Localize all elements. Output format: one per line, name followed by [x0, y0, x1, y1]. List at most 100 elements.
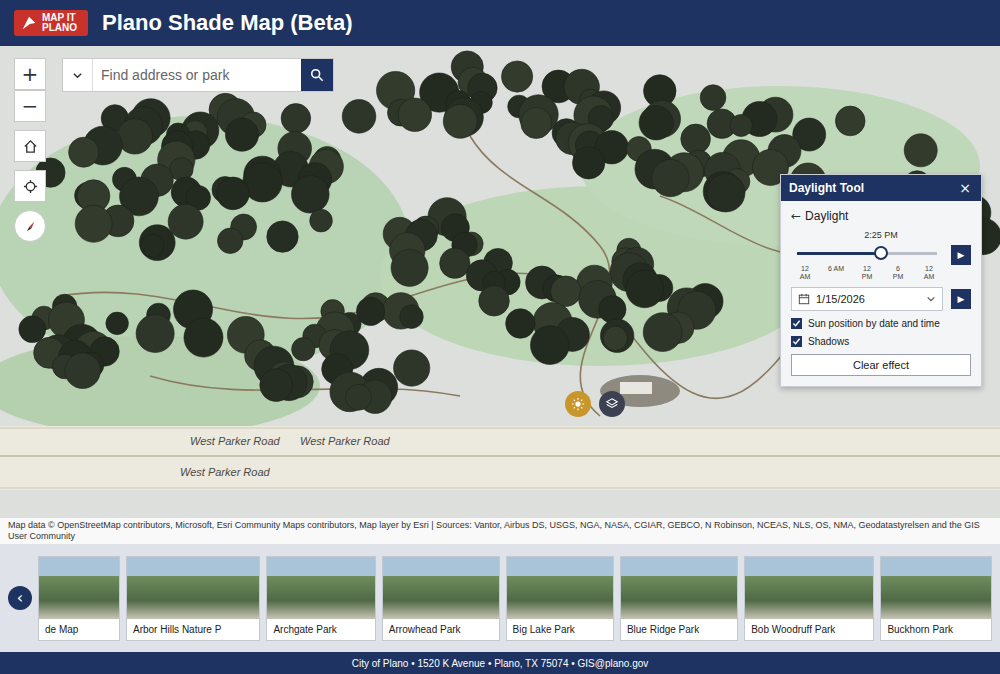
tree: [639, 106, 673, 140]
checkbox[interactable]: [791, 336, 802, 347]
time-slider-fill: [797, 252, 881, 255]
tree: [598, 296, 626, 324]
tree: [603, 326, 627, 350]
tree: [652, 159, 689, 196]
tree: [310, 209, 333, 232]
checkbox[interactable]: [791, 318, 802, 329]
daylight-tool-header: Daylight Tool×: [781, 175, 981, 201]
daylight-widget-button[interactable]: [565, 391, 591, 417]
clear-effect-button[interactable]: Clear effect: [791, 354, 971, 376]
park-thumbnail: [745, 557, 873, 619]
tree: [342, 100, 376, 134]
check-icon: [792, 319, 801, 328]
sun-icon: [571, 397, 585, 411]
time-slider-row: 2:25 PM 12 AM6 AM12 PM6 PM12 AM ▶: [791, 230, 971, 280]
app-header: MAP IT PLANOPlano Shade Map (Beta): [0, 0, 1000, 46]
tree: [217, 228, 243, 254]
park-card[interactable]: Blue Ridge Park: [620, 556, 738, 641]
layers-icon: [605, 397, 619, 411]
park-thumbnail: [383, 557, 499, 619]
map-it-plano-logo[interactable]: MAP IT PLANO: [14, 10, 88, 36]
park-card[interactable]: de Map: [38, 556, 120, 641]
park-card-label: de Map: [39, 619, 119, 640]
compass-icon: [23, 219, 38, 234]
park-card[interactable]: Big Lake Park: [506, 556, 614, 641]
park-card[interactable]: Archgate Park: [266, 556, 375, 641]
map-view[interactable]: +−West Parker RoadWest Parker RoadWest P…: [0, 46, 1000, 544]
time-slider-column: 2:25 PM 12 AM6 AM12 PM6 PM12 AM: [791, 230, 943, 280]
compass-button[interactable]: [14, 210, 46, 242]
time-label: 2:25 PM: [864, 230, 898, 240]
check-icon: [792, 337, 801, 346]
park-card-label: Archgate Park: [267, 619, 374, 640]
tree: [291, 175, 329, 213]
search-button[interactable]: [301, 59, 333, 91]
tree: [292, 338, 315, 361]
locate-button[interactable]: [14, 170, 46, 202]
tree: [835, 106, 865, 136]
tree: [904, 134, 937, 167]
park-card[interactable]: Bob Woodruff Park: [744, 556, 874, 641]
park-card-label: Bob Woodruff Park: [745, 619, 873, 640]
park-card-label: Blue Ridge Park: [621, 619, 737, 640]
close-button[interactable]: ×: [957, 180, 973, 196]
road-label: West Parker Road: [300, 435, 390, 447]
layers-widget-button[interactable]: [599, 391, 625, 417]
back-button[interactable]: ←: [791, 209, 801, 223]
park-thumbnail: [507, 557, 613, 619]
search-source-dropdown[interactable]: [63, 59, 93, 91]
tree: [398, 98, 431, 131]
daylight-tool-body: ← Daylight 2:25 PM 12 AM6 AM12 PM6 PM12 AM ▶…: [781, 201, 981, 386]
tree: [391, 249, 428, 286]
daylight-back-row: ← Daylight: [791, 209, 971, 223]
date-picker[interactable]: 1/15/2026: [791, 287, 943, 311]
tree: [626, 270, 664, 308]
tree: [551, 276, 582, 307]
time-ticks: 12 AM6 AM12 PM6 PM12 AM: [797, 265, 937, 280]
arrow-pin-icon: [20, 14, 38, 32]
option-checkbox-row[interactable]: Sun position by date and time: [791, 318, 971, 329]
time-slider-thumb[interactable]: [874, 246, 888, 260]
zoom-out-button[interactable]: −: [14, 90, 46, 122]
park-card-label: Arrowhead Park: [383, 619, 499, 640]
date-row: 1/15/2026 ▶: [791, 287, 971, 311]
daylight-tool-panel: Daylight Tool× ← Daylight 2:25 PM 12 AM6 AM1…: [780, 174, 982, 387]
tree: [69, 137, 99, 167]
tree: [530, 326, 569, 365]
tree: [267, 221, 298, 252]
tree: [106, 312, 129, 335]
calendar-icon: [798, 293, 810, 305]
play-time-button[interactable]: ▶: [951, 245, 971, 265]
chevron-down-icon: [926, 294, 936, 304]
park-card[interactable]: Buckhorn Park: [880, 556, 992, 641]
park-card-label: Big Lake Park: [507, 619, 613, 640]
tree: [168, 204, 203, 239]
zoom-in-button[interactable]: +: [14, 58, 46, 90]
search-input[interactable]: [93, 59, 301, 91]
home-button[interactable]: [14, 130, 46, 162]
park-thumbnail: [39, 557, 119, 619]
park-card[interactable]: Arrowhead Park: [382, 556, 500, 641]
park-thumbnail: [881, 557, 991, 619]
tree: [139, 225, 175, 261]
tree: [643, 313, 682, 352]
map-controls: +−: [14, 58, 46, 242]
home-icon: [23, 139, 38, 154]
tree-canopy: [19, 51, 1000, 414]
zoom-group: +−: [14, 58, 46, 122]
date-value: 1/15/2026: [816, 293, 920, 305]
tree: [572, 147, 604, 179]
park-card[interactable]: Arbor Hills Nature P: [126, 556, 260, 641]
play-date-button[interactable]: ▶: [951, 289, 971, 309]
time-tick: 12 PM: [859, 265, 875, 280]
park-card-label: Arbor Hills Nature P: [127, 619, 259, 640]
crosshair-icon: [23, 179, 38, 194]
tree: [141, 234, 164, 257]
trails: [60, 136, 840, 416]
time-slider[interactable]: [797, 252, 937, 255]
gallery-prev-button[interactable]: ‹: [8, 586, 32, 610]
road-label: West Parker Road: [190, 435, 280, 447]
option-checkbox-row[interactable]: Shadows: [791, 336, 971, 347]
tree: [501, 61, 532, 92]
daylight-subtitle: Daylight: [805, 209, 848, 223]
